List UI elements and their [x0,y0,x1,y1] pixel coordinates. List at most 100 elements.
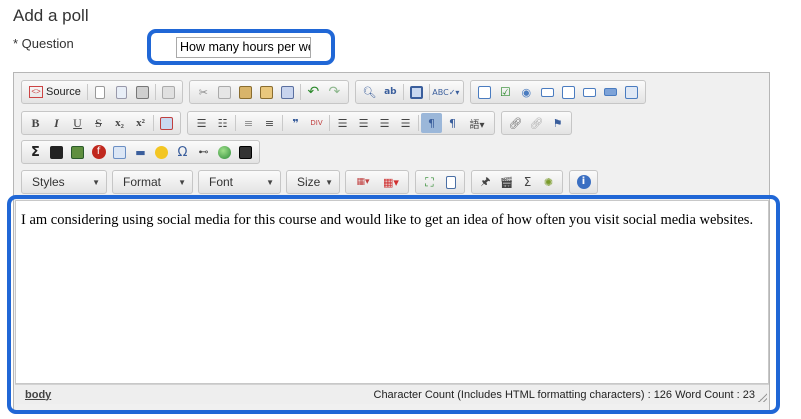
superscript-button[interactable]: x² [130,113,151,133]
toolbar-group-document: <> Source [21,80,183,104]
bold-button[interactable]: B [25,113,46,133]
image-button[interactable] [67,142,88,162]
question-input[interactable]: How many hours per week [176,37,311,58]
sigma-icon: Σ [523,175,532,189]
content-highlight-box [7,195,780,414]
copy-icon [217,85,231,99]
subscript-button[interactable]: x₂ [109,113,130,133]
media-button[interactable] [46,142,67,162]
font-dropdown[interactable]: Font ▼ [198,170,281,194]
unlink-button[interactable]: 🔗︎ [526,113,547,133]
subscript-icon: x₂ [115,117,124,129]
ltr-icon: ¶ [428,116,435,130]
maximize-button[interactable]: ⛶ [419,172,440,192]
textfield-button[interactable] [537,82,558,102]
iframe-button[interactable] [214,142,235,162]
align-right-button[interactable]: ☰ [374,113,395,133]
equation-button[interactable]: Σ [517,172,538,192]
select-all-icon [409,85,423,99]
form-button[interactable] [474,82,495,102]
toolbar-row-1: <> Source ✂ ↶ ↷ 🔍︎ ab ABC✓▾ ☑ ◉ [21,80,652,104]
undo-icon: ↶ [307,84,320,100]
toolbar-group-tools: ⛶ [415,170,465,194]
flash-icon: f [91,145,106,159]
preview-button[interactable] [111,82,132,102]
clapper-button[interactable]: 🎬︎ [496,172,517,192]
numbered-list-button[interactable]: ☰ [191,113,212,133]
rtl-button[interactable]: ¶ [442,113,463,133]
align-left-icon: ☰ [337,116,348,130]
checkbox-button[interactable]: ☑ [495,82,516,102]
styles-dropdown[interactable]: Styles ▼ [21,170,107,194]
language-button[interactable]: 語▾ [463,113,491,133]
find-icon: 🔍︎ [362,85,377,99]
justify-button[interactable]: ☰ [395,113,416,133]
undo-button[interactable]: ↶ [303,82,324,102]
link-button[interactable]: 🔗︎ [505,113,526,133]
ltr-button[interactable]: ¶ [421,113,442,133]
chevron-down-icon: ▼ [92,177,100,187]
textarea-button[interactable] [558,82,579,102]
create-div-button[interactable]: DIV [306,113,327,133]
align-left-button[interactable]: ☰ [332,113,353,133]
form-button-button[interactable] [600,82,621,102]
format-dropdown[interactable]: Format ▼ [112,170,193,194]
spellcheck-button[interactable]: ABC✓▾ [432,82,460,102]
italic-button[interactable]: I [46,113,67,133]
cut-button[interactable]: ✂ [193,82,214,102]
anchor-button[interactable]: ⚑ [547,113,568,133]
indent-button[interactable]: ≡ [259,113,280,133]
print-button[interactable] [132,82,153,102]
font-label: Font [209,175,234,189]
flash-button[interactable]: f [88,142,109,162]
blockquote-icon: ❞ [292,116,299,130]
align-center-button[interactable]: ☰ [353,113,374,133]
paste-word-button[interactable] [277,82,298,102]
new-page-button[interactable] [90,82,111,102]
select-all-button[interactable] [406,82,427,102]
toolbar-group-forms: ☑ ◉ [469,80,646,104]
indent-icon: ≡ [264,116,275,130]
pin-button[interactable]: 🖈︎ [475,172,496,192]
youtube-button[interactable] [235,142,256,162]
source-label: Source [46,86,81,98]
bold-icon: B [31,115,40,130]
select-field-button[interactable] [579,82,600,102]
paste-word-icon [280,85,294,99]
image-button-button[interactable] [621,82,642,102]
show-blocks-button[interactable] [440,172,461,192]
source-button[interactable]: <> Source [25,82,85,102]
templates-button[interactable] [158,82,179,102]
horizontal-rule-button[interactable]: ▬ [130,142,151,162]
page-break-button[interactable]: ⊷ [193,142,214,162]
toolbar-row-3: Σ f ▬ Ω ⊷ [21,140,266,164]
paste-text-button[interactable] [256,82,277,102]
redo-button[interactable]: ↷ [324,82,345,102]
copy-button[interactable] [214,82,235,102]
outdent-icon: ≡ [243,116,254,130]
about-button[interactable]: i [573,172,594,192]
align-right-icon: ☰ [379,116,390,130]
toolbar-group-colors: ▦▾ ▦▾ [345,170,409,194]
math-button[interactable]: Σ [25,142,46,162]
bulleted-list-button[interactable]: ☷ [212,113,233,133]
size-dropdown[interactable]: Size ▼ [286,170,340,194]
special-char-button[interactable]: Ω [172,142,193,162]
chevron-down-icon: ▼ [266,177,274,187]
paste-button[interactable] [235,82,256,102]
text-color-button[interactable]: ▦▾ [349,172,377,192]
plugin-button[interactable]: ✺ [538,172,559,192]
blockquote-button[interactable]: ❞ [285,113,306,133]
source-icon: <> [29,86,43,98]
radio-button[interactable]: ◉ [516,82,537,102]
outdent-button[interactable]: ≡ [238,113,259,133]
replace-button[interactable]: ab [380,82,401,102]
bg-color-button[interactable]: ▦▾ [377,172,405,192]
toolbar-row-4: Styles ▼ Format ▼ Font ▼ Size ▼ ▦▾ ▦▾ ⛶ … [21,170,604,194]
find-button[interactable]: 🔍︎ [359,82,380,102]
remove-format-button[interactable] [156,113,177,133]
underline-button[interactable]: U [67,113,88,133]
table-button[interactable] [109,142,130,162]
smiley-button[interactable] [151,142,172,162]
strike-button[interactable]: S [88,113,109,133]
